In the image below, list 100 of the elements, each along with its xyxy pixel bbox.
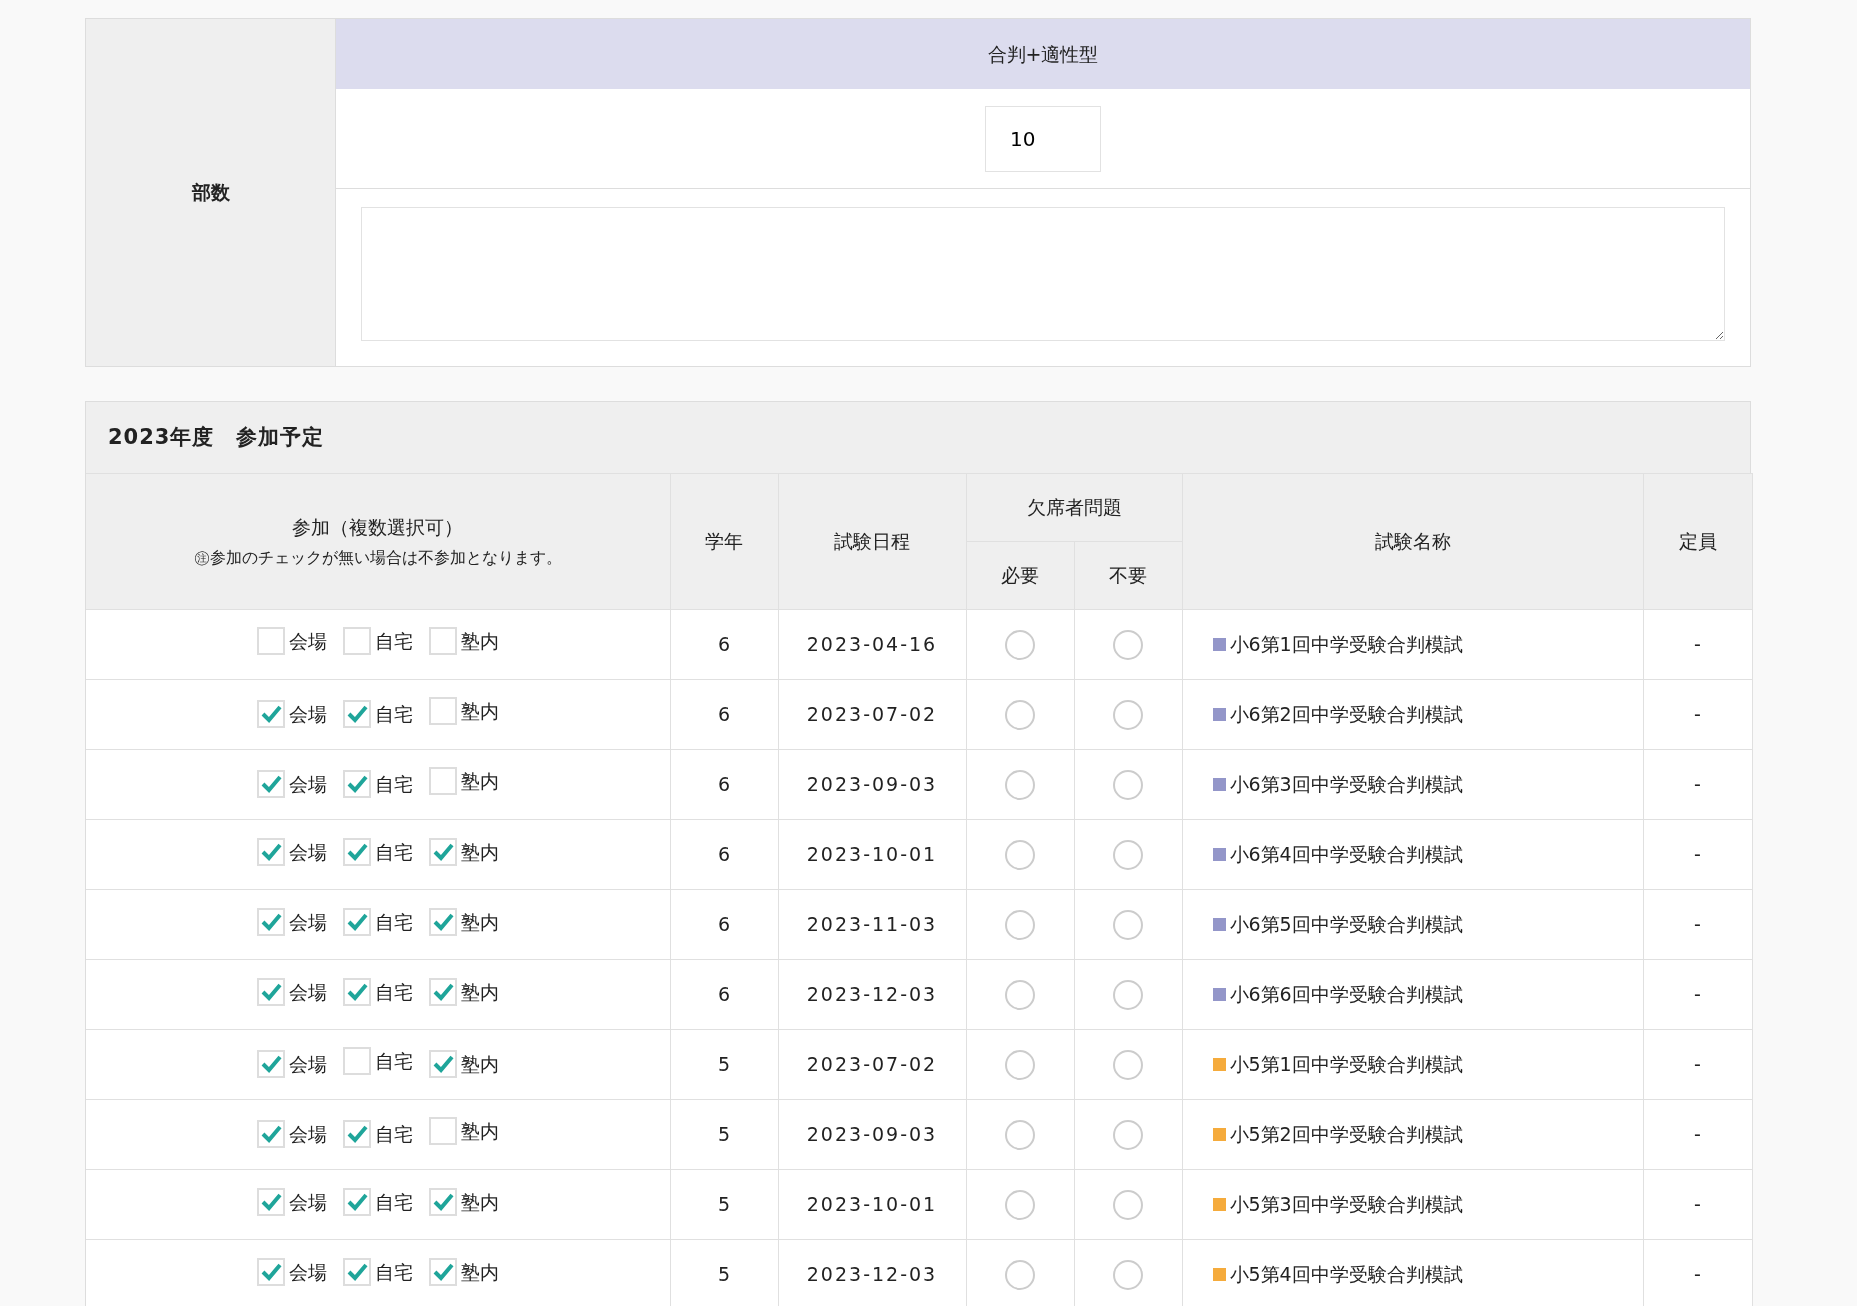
- radio-button[interactable]: [1113, 629, 1143, 660]
- column-header: 定員: [1643, 473, 1752, 610]
- checkbox-label: 会場: [288, 980, 327, 1006]
- checkbox-label: 自宅: [374, 910, 413, 936]
- radio-button[interactable]: [1113, 839, 1143, 870]
- checkbox[interactable]: [428, 1188, 457, 1217]
- table-cell: -: [1643, 609, 1752, 680]
- checkbox[interactable]: [342, 1258, 371, 1287]
- checkbox[interactable]: [256, 626, 285, 655]
- checkbox-label: 会場: [288, 701, 327, 727]
- checkbox[interactable]: [342, 626, 371, 655]
- exam-name: 小6第6回中学受験合判模試: [1229, 983, 1463, 1006]
- checkbox[interactable]: [428, 1258, 457, 1287]
- radio-button[interactable]: [1113, 1119, 1143, 1150]
- radio-button[interactable]: [1113, 909, 1143, 940]
- table-cell: -: [1643, 959, 1752, 1030]
- radio-button[interactable]: [1005, 769, 1035, 800]
- table-cell: 2023-09-03: [778, 1099, 966, 1170]
- checkbox-label: 自宅: [374, 628, 413, 654]
- exam-name: 小5第2回中学受験合判模試: [1229, 1123, 1463, 1146]
- checkbox[interactable]: [428, 696, 457, 725]
- column-header: 合判+適性型: [336, 19, 1750, 89]
- checkbox[interactable]: [428, 766, 457, 795]
- checkbox-label: 自宅: [374, 1190, 413, 1216]
- checkbox-label: 会場: [288, 628, 327, 654]
- table-cell: 5: [670, 1029, 778, 1100]
- section-title: 2023年度 参加予定: [86, 402, 1750, 473]
- copies-input[interactable]: 10: [985, 105, 1101, 172]
- checkbox-label: 会場: [288, 1260, 327, 1286]
- exam-name: 小5第1回中学受験合判模試: [1229, 1053, 1463, 1076]
- checkbox[interactable]: [428, 626, 457, 655]
- checkbox[interactable]: [342, 699, 371, 728]
- checkbox-label: 塾内: [460, 1260, 499, 1286]
- checkbox[interactable]: [256, 699, 285, 728]
- exam-name: 小6第4回中学受験合判模試: [1229, 843, 1463, 866]
- checkbox[interactable]: [342, 769, 371, 798]
- table-cell: 2023-04-16: [778, 609, 966, 680]
- checkbox[interactable]: [342, 908, 371, 937]
- radio-button[interactable]: [1005, 629, 1035, 660]
- checkbox[interactable]: [428, 1049, 457, 1078]
- table-cell: 6: [670, 819, 778, 890]
- checkbox[interactable]: [428, 838, 457, 867]
- checkbox-label: 会場: [288, 910, 327, 936]
- exam-name: 小5第3回中学受験合判模試: [1229, 1193, 1463, 1216]
- radio-button[interactable]: [1113, 1189, 1143, 1220]
- table-cell: 5: [670, 1169, 778, 1240]
- column-header: 試験日程: [778, 473, 966, 610]
- column-header: 不要: [1074, 541, 1182, 610]
- table-cell: -: [1643, 819, 1752, 890]
- checkbox[interactable]: [428, 978, 457, 1007]
- table-cell: -: [1643, 889, 1752, 960]
- field-label: 部数: [86, 19, 336, 366]
- radio-button[interactable]: [1113, 1259, 1143, 1290]
- radio-button[interactable]: [1005, 1259, 1035, 1290]
- radio-button[interactable]: [1005, 699, 1035, 730]
- checkbox-label: 会場: [288, 1051, 327, 1077]
- checkbox[interactable]: [342, 1046, 371, 1075]
- checkbox-label: 自宅: [374, 701, 413, 727]
- radio-button[interactable]: [1113, 769, 1143, 800]
- exam-name: 小6第1回中学受験合判模試: [1229, 633, 1463, 656]
- checkbox[interactable]: [256, 838, 285, 867]
- table-cell: -: [1643, 1099, 1752, 1170]
- checkbox-label: 塾内: [460, 1051, 499, 1077]
- radio-button[interactable]: [1005, 909, 1035, 940]
- checkbox[interactable]: [256, 978, 285, 1007]
- checkbox-label: 自宅: [374, 1121, 413, 1147]
- checkbox[interactable]: [342, 1119, 371, 1148]
- checkbox[interactable]: [256, 1188, 285, 1217]
- table-cell: 6: [670, 959, 778, 1030]
- checkbox-label: 塾内: [460, 1118, 499, 1144]
- radio-button[interactable]: [1005, 839, 1035, 870]
- checkbox[interactable]: [428, 1116, 457, 1145]
- checkbox[interactable]: [256, 1049, 285, 1078]
- checkbox[interactable]: [256, 769, 285, 798]
- column-header: 必要: [966, 541, 1074, 610]
- column-header: 試験名称: [1182, 473, 1643, 610]
- checkbox[interactable]: [342, 978, 371, 1007]
- radio-button[interactable]: [1005, 1049, 1035, 1080]
- checkbox[interactable]: [256, 1258, 285, 1287]
- checkbox[interactable]: [342, 1188, 371, 1217]
- radio-button[interactable]: [1113, 1049, 1143, 1080]
- table-cell: -: [1643, 1029, 1752, 1100]
- radio-button[interactable]: [1005, 1119, 1035, 1150]
- checkbox-label: 塾内: [460, 980, 499, 1006]
- radio-button[interactable]: [1113, 979, 1143, 1010]
- column-header: 欠席者問題: [966, 473, 1182, 542]
- checkbox-label: 会場: [288, 1121, 327, 1147]
- table-cell: 2023-07-02: [778, 679, 966, 750]
- checkbox-label: 塾内: [460, 840, 499, 866]
- radio-button[interactable]: [1005, 979, 1035, 1010]
- note-text: ㊟参加のチェックが無い場合は不参加となります。: [192, 546, 563, 569]
- radio-button[interactable]: [1113, 699, 1143, 730]
- checkbox[interactable]: [428, 908, 457, 937]
- radio-button[interactable]: [1005, 1189, 1035, 1220]
- checkbox[interactable]: [342, 838, 371, 867]
- table-cell: 2023-12-03: [778, 959, 966, 1030]
- checkbox[interactable]: [256, 1119, 285, 1148]
- checkbox[interactable]: [256, 908, 285, 937]
- text-area[interactable]: [361, 207, 1725, 341]
- table-cell: 2023-10-01: [778, 1169, 966, 1240]
